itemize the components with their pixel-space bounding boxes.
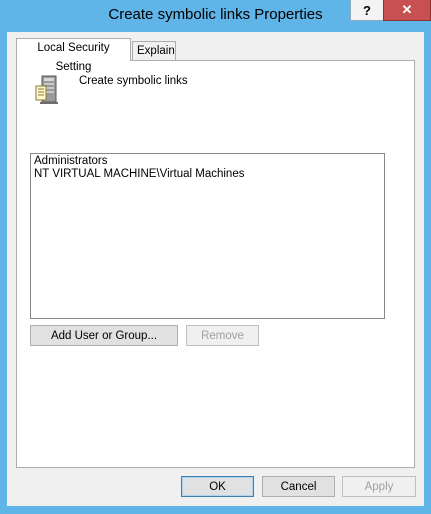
close-button[interactable]: ✕: [383, 0, 431, 21]
cancel-button[interactable]: Cancel: [262, 476, 335, 497]
list-item[interactable]: NT VIRTUAL MACHINE\Virtual Machines: [34, 168, 381, 181]
tab-local-security-setting[interactable]: Local Security Setting: [16, 38, 131, 73]
tab-panel: Create symbolic links Administrators NT …: [16, 60, 415, 468]
close-icon: ✕: [401, 2, 413, 17]
remove-button[interactable]: Remove: [186, 325, 259, 346]
list-item[interactable]: Administrators: [34, 155, 381, 168]
title-bar[interactable]: Create symbolic links Properties ? ✕: [0, 0, 431, 32]
apply-button[interactable]: Apply: [342, 476, 416, 497]
add-user-or-group-button[interactable]: Add User or Group...: [30, 325, 178, 346]
accounts-listbox[interactable]: Administrators NT VIRTUAL MACHINE\Virtua…: [30, 153, 385, 319]
tab-explain[interactable]: Explain: [132, 41, 176, 61]
properties-window: Create symbolic links Properties ? ✕ Loc…: [0, 0, 431, 514]
help-button[interactable]: ?: [350, 0, 384, 21]
dialog-client-area: Local Security Setting Explain Create sy…: [7, 32, 424, 506]
policy-name: Create symbolic links: [79, 75, 188, 87]
help-icon: ?: [363, 2, 371, 18]
ok-button[interactable]: OK: [181, 476, 254, 497]
server-policy-icon: [35, 75, 58, 104]
